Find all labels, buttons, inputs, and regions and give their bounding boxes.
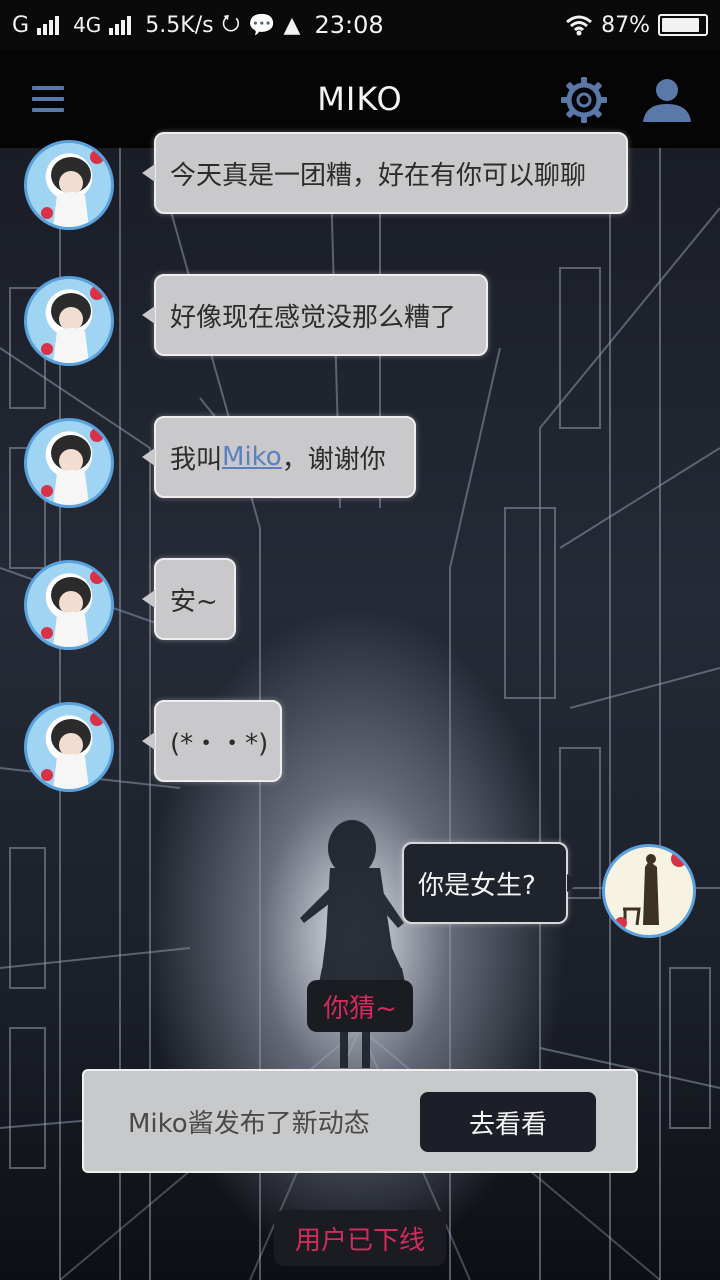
page-title: MIKO	[317, 80, 403, 118]
wechat-icon: 💬	[248, 12, 276, 38]
user-icon[interactable]	[640, 76, 694, 124]
avatar[interactable]	[24, 276, 114, 366]
status-bar: G 4G 5.5K/s ⭮ 💬 ▲ 23:08 87%	[0, 0, 720, 50]
miko-avatar-icon	[41, 286, 104, 363]
battery-percent: 87%	[601, 12, 650, 38]
signal-icon-2	[109, 15, 132, 35]
offline-status: 用户已下线	[274, 1210, 446, 1266]
name-link[interactable]: Miko	[222, 442, 282, 472]
wifi-icon	[566, 15, 593, 36]
carrier-label: G	[12, 12, 30, 38]
gear-icon[interactable]	[560, 76, 608, 124]
network-label: 4G	[73, 13, 102, 37]
update-notice: Miko酱发布了新动态 去看看	[82, 1069, 638, 1173]
message-bubble: 好像现在感觉没那么糟了	[142, 274, 488, 356]
hint-text: 你猜~	[323, 993, 397, 1024]
message-bubble: (*・・*)	[142, 700, 282, 782]
message-text: 你是女生?	[418, 870, 536, 901]
message-bubble: 今天真是一团糟，好在有你可以聊聊	[142, 132, 628, 214]
message-text: 安~	[170, 586, 218, 617]
reply-hint: 你猜~	[307, 980, 413, 1032]
user-message-bubble: 你是女生?	[402, 842, 580, 924]
user-avatar[interactable]	[602, 844, 696, 938]
message-text: (*・・*)	[170, 728, 269, 759]
qq-icon: ▲	[283, 12, 301, 38]
menu-icon[interactable]	[32, 86, 64, 112]
offline-text: 用户已下线	[294, 1225, 425, 1256]
avatar[interactable]	[24, 560, 114, 650]
network-speed: 5.5K/s	[145, 12, 214, 38]
miko-avatar-icon	[41, 150, 104, 227]
message-text: 好像现在感觉没那么糟了	[170, 302, 457, 333]
message-text-suffix: ，谢谢你	[281, 444, 386, 475]
notice-text: Miko酱发布了新动态	[128, 1108, 370, 1139]
view-update-button[interactable]: 去看看	[420, 1092, 596, 1152]
user-avatar-icon	[615, 851, 687, 929]
miko-avatar-icon	[41, 712, 104, 789]
sync-icon: ⭮	[221, 11, 241, 36]
avatar[interactable]	[24, 702, 114, 792]
signal-icon	[37, 15, 60, 35]
clock: 23:08	[314, 11, 384, 39]
miko-avatar-icon	[41, 570, 104, 647]
message-text: 今天真是一团糟，好在有你可以聊聊	[170, 160, 587, 191]
miko-avatar-icon	[41, 428, 104, 505]
avatar[interactable]	[24, 140, 114, 230]
battery-icon	[658, 14, 708, 36]
message-text-prefix: 我叫	[170, 444, 223, 475]
message-bubble: 我叫 Miko ，谢谢你	[142, 416, 416, 498]
avatar[interactable]	[24, 418, 114, 508]
message-bubble: 安~	[142, 558, 236, 640]
